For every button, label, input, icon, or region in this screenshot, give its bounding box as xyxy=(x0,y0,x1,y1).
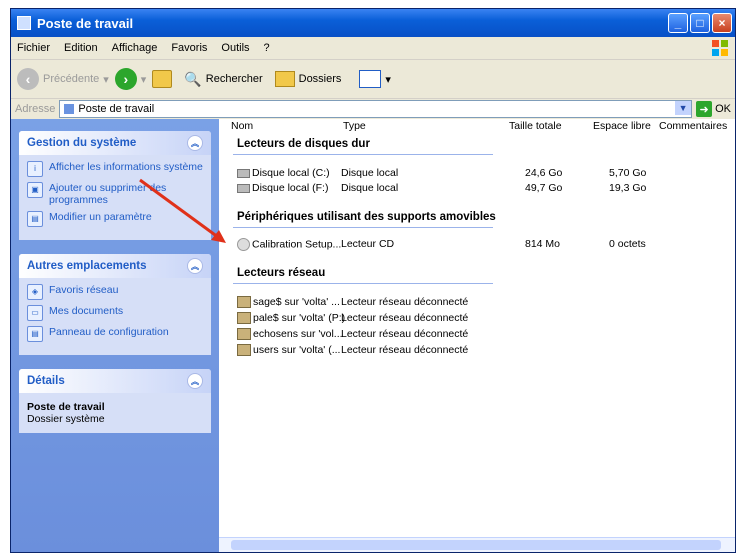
network-drive-row[interactable]: users sur 'volta' (... Lecteur réseau dé… xyxy=(237,344,735,358)
hard-disk-icon xyxy=(237,183,250,193)
info-icon: i xyxy=(27,161,43,177)
details-name: Poste de travail xyxy=(27,401,105,413)
details-panel: Détails ︽ Poste de travail Dossier systè… xyxy=(19,369,211,433)
search-icon: 🔍 xyxy=(184,70,202,87)
title-bar[interactable]: Poste de travail _ □ × xyxy=(11,9,735,37)
column-free-space[interactable]: Espace libre xyxy=(593,120,651,132)
group-removable: Périphériques utilisant des supports amo… xyxy=(237,211,496,223)
back-dropdown-icon[interactable]: ▾ xyxy=(103,73,109,86)
column-comments[interactable]: Commentaires xyxy=(659,120,727,132)
system-tasks-panel: Gestion du système ︽ i Afficher les info… xyxy=(19,131,211,240)
programs-icon: ▣ xyxy=(27,182,43,198)
menu-bar: Fichier Edition Affichage Favoris Outils… xyxy=(11,37,735,60)
menu-outils[interactable]: Outils xyxy=(221,42,249,54)
address-input[interactable]: Poste de travail ▼ xyxy=(59,100,693,118)
address-dropdown-icon[interactable]: ▼ xyxy=(675,101,692,115)
drive-row[interactable]: Disque local (F:) Disque local 49,7 Go 1… xyxy=(237,182,735,196)
place-network[interactable]: ◈ Favoris réseau xyxy=(27,284,203,300)
address-label: Adresse xyxy=(15,103,56,115)
network-drive-icon xyxy=(237,296,251,309)
menu-affichage[interactable]: Affichage xyxy=(112,42,158,54)
menu-fichier[interactable]: Fichier xyxy=(17,42,50,54)
other-places-header[interactable]: Autres emplacements ︽ xyxy=(19,254,211,278)
folder-up-icon xyxy=(152,70,173,88)
views-dropdown-icon: ▾ xyxy=(385,73,391,86)
explorer-window: Poste de travail _ □ × Fichier Edition A… xyxy=(10,8,736,553)
toolbar: ‹ Précédente ▾ › ▾ 🔍 Rechercher Dossiers… xyxy=(11,60,735,99)
close-button[interactable]: × xyxy=(712,13,732,33)
minimize-button[interactable]: _ xyxy=(668,13,688,33)
go-arrow-icon: ➜ xyxy=(696,101,713,117)
back-arrow-icon: ‹ xyxy=(17,68,39,90)
forward-arrow-icon: › xyxy=(114,68,137,90)
address-bar: Adresse Poste de travail ▼ ➜ OK xyxy=(11,99,735,120)
cd-drive-icon xyxy=(237,238,250,251)
network-drive-row[interactable]: sage$ sur 'volta' ... Lecteur réseau déc… xyxy=(237,296,735,310)
column-type[interactable]: Type xyxy=(343,120,366,132)
horizontal-scrollbar[interactable] xyxy=(219,537,735,552)
forward-button[interactable]: › ▾ xyxy=(114,68,147,90)
network-drive-icon xyxy=(237,312,251,325)
place-my-documents[interactable]: ▭ Mes documents xyxy=(27,305,203,321)
collapse-chevron-icon[interactable]: ︽ xyxy=(187,135,203,151)
cd-drive-row[interactable]: Calibration Setup... Lecteur CD 814 Mo 0… xyxy=(237,238,735,252)
control-panel-icon: ▤ xyxy=(27,326,43,342)
menu-favoris[interactable]: Favoris xyxy=(171,42,207,54)
network-drive-icon xyxy=(237,328,251,341)
documents-folder-icon: ▭ xyxy=(27,305,43,321)
views-icon xyxy=(359,70,382,88)
scrollbar-thumb[interactable] xyxy=(231,540,721,550)
maximize-button[interactable]: □ xyxy=(690,13,710,33)
other-places-panel: Autres emplacements ︽ ◈ Favoris réseau ▭… xyxy=(19,254,211,355)
settings-icon: ▤ xyxy=(27,211,43,227)
search-button[interactable]: 🔍 Rechercher xyxy=(184,71,262,88)
window-title: Poste de travail xyxy=(37,15,134,31)
folders-button[interactable]: Dossiers xyxy=(274,71,341,87)
drive-row[interactable]: Disque local (C:) Disque local 24,6 Go 5… xyxy=(237,167,735,181)
computer-small-icon xyxy=(64,104,75,114)
windows-logo-icon xyxy=(712,40,728,56)
column-headers: Nom Type Taille totale Espace libre Comm… xyxy=(219,119,735,133)
system-tasks-header[interactable]: Gestion du système ︽ xyxy=(19,131,211,155)
views-button[interactable]: ▾ xyxy=(359,70,391,88)
task-view-system-info[interactable]: i Afficher les informations système xyxy=(27,161,203,177)
folders-icon xyxy=(274,71,295,87)
group-divider xyxy=(233,154,493,155)
file-list: Nom Type Taille totale Espace libre Comm… xyxy=(219,119,735,552)
place-control-panel[interactable]: ▤ Panneau de configuration xyxy=(27,326,203,342)
up-button[interactable] xyxy=(152,70,173,88)
menu-help[interactable]: ? xyxy=(264,42,270,54)
column-name[interactable]: Nom xyxy=(231,120,253,132)
task-add-remove-programs[interactable]: ▣ Ajouter ou supprimer des programmes xyxy=(27,182,203,206)
group-network: Lecteurs réseau xyxy=(237,267,326,279)
back-button[interactable]: ‹ Précédente ▾ xyxy=(17,68,109,90)
group-divider xyxy=(233,283,493,284)
group-divider xyxy=(233,227,493,228)
details-desc: Dossier système xyxy=(27,413,105,425)
network-drive-row[interactable]: pale$ sur 'volta' (P:) Lecteur réseau dé… xyxy=(237,312,735,326)
forward-dropdown-icon[interactable]: ▾ xyxy=(141,73,147,86)
task-change-setting[interactable]: ▤ Modifier un paramètre xyxy=(27,211,203,227)
network-icon: ◈ xyxy=(27,284,43,300)
network-drive-row[interactable]: echosens sur 'vol... Lecteur réseau déco… xyxy=(237,328,735,342)
column-total-size[interactable]: Taille totale xyxy=(509,120,562,132)
go-button[interactable]: ➜ OK xyxy=(696,101,731,117)
task-pane: Gestion du système ︽ i Afficher les info… xyxy=(11,119,219,552)
collapse-chevron-icon[interactable]: ︽ xyxy=(187,373,203,389)
computer-icon xyxy=(17,16,31,30)
menu-edition[interactable]: Edition xyxy=(64,42,98,54)
group-hard-drives: Lecteurs de disques dur xyxy=(237,138,370,150)
details-header[interactable]: Détails ︽ xyxy=(19,369,211,393)
collapse-chevron-icon[interactable]: ︽ xyxy=(187,258,203,274)
network-drive-icon xyxy=(237,344,251,357)
hard-disk-icon xyxy=(237,168,250,178)
